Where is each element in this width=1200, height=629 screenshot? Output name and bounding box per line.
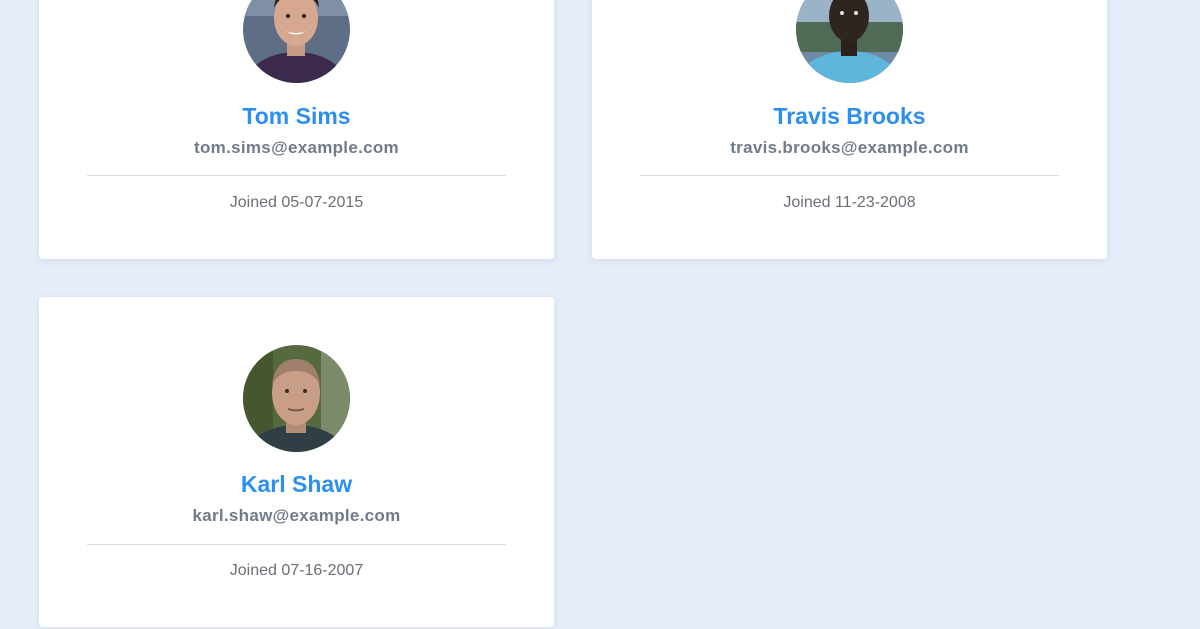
user-email: tom.sims@example.com (194, 138, 399, 157)
avatar (243, 0, 350, 83)
user-email: travis.brooks@example.com (730, 138, 969, 157)
joined-value: 07-16-2007 (281, 562, 364, 579)
joined-date: Joined 11-23-2008 (592, 193, 1107, 213)
user-name: Tom Sims (242, 103, 351, 129)
joined-label: Joined (229, 194, 277, 211)
user-card: Karl Shaw karl.shaw@example.com Joined 0… (39, 297, 554, 627)
joined-value: 11-23-2008 (834, 194, 916, 211)
joined-date: Joined 05-07-2015 (39, 193, 554, 213)
divider (87, 175, 506, 176)
user-name: Travis Brooks (773, 103, 926, 129)
user-photo-icon (243, 0, 350, 83)
avatar (243, 345, 350, 452)
joined-label: Joined (783, 194, 831, 211)
user-name: Karl Shaw (240, 471, 353, 497)
joined-date: Joined 07-16-2007 (39, 561, 554, 581)
user-card: Tom Sims tom.sims@example.com Joined 05-… (39, 0, 554, 259)
user-photo-icon (796, 0, 903, 83)
avatar (796, 0, 903, 83)
divider (87, 544, 506, 545)
joined-label: Joined (229, 562, 277, 579)
joined-value: 05-07-2015 (281, 194, 364, 211)
user-photo-icon (243, 345, 350, 452)
user-card: Travis Brooks travis.brooks@example.com … (592, 0, 1107, 259)
user-email: karl.shaw@example.com (192, 506, 401, 525)
divider (640, 175, 1059, 176)
